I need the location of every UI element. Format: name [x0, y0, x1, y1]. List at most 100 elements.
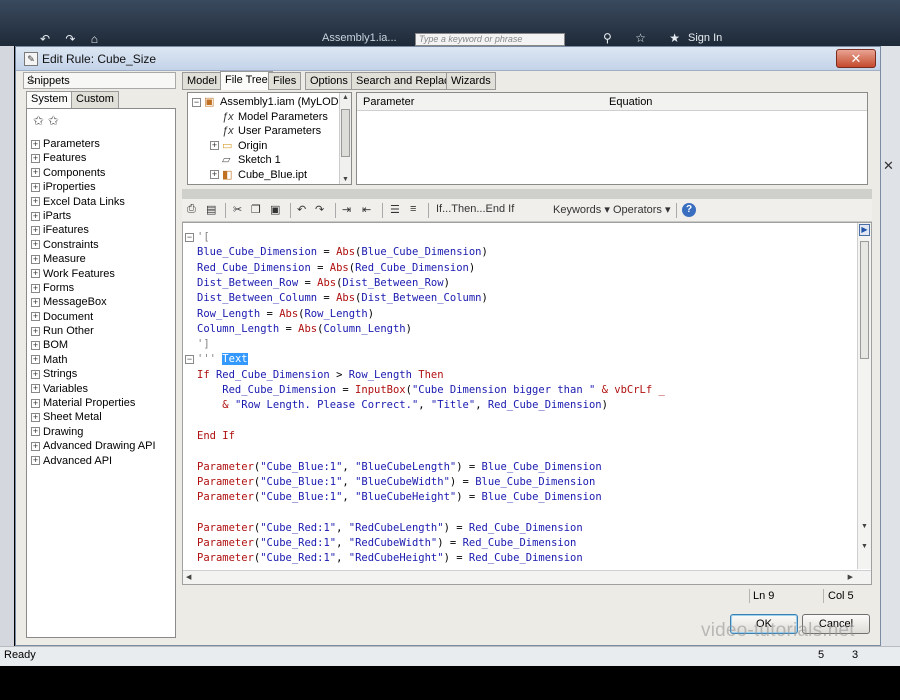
code-line[interactable]: ']: [197, 337, 210, 352]
code-line[interactable]: Parameter("Cube_Blue:1", "BlueCubeWidth"…: [197, 475, 595, 490]
code-line[interactable]: Parameter("Cube_Red:1", "RedCubeHeight")…: [197, 551, 583, 566]
star-edit-icon[interactable]: ✩: [48, 113, 63, 128]
redo-icon[interactable]: ↷: [315, 203, 324, 216]
play-arrow-icon[interactable]: ▶: [859, 224, 870, 236]
tree-item[interactable]: ƒx Model Parameters: [188, 110, 351, 125]
code-editor[interactable]: − '[Blue_Cube_Dimension = Abs(Blue_Cube_D…: [182, 222, 872, 585]
snippet-item[interactable]: + Advanced API: [31, 454, 156, 468]
code-line[interactable]: Row_Length = Abs(Row_Length): [197, 307, 374, 322]
snippet-item[interactable]: + Material Properties: [31, 396, 156, 410]
tree-scrollbar[interactable]: ▲ ▼: [339, 93, 351, 184]
tab-model[interactable]: Model: [182, 72, 222, 90]
scroll-left-icon[interactable]: ◀: [186, 573, 191, 581]
snippet-item[interactable]: + iFeatures: [31, 223, 156, 237]
keywords-dropdown[interactable]: Keywords ▾: [553, 203, 610, 216]
expand-icon[interactable]: +: [31, 240, 40, 250]
snippet-item[interactable]: + iParts: [31, 209, 156, 223]
snippet-item[interactable]: + Variables: [31, 382, 156, 396]
close-icon[interactable]: ✕: [883, 158, 894, 174]
snippet-item[interactable]: + Excel Data Links: [31, 195, 156, 209]
expand-icon[interactable]: +: [31, 197, 40, 207]
tree-item[interactable]: − ▣ Assembly1.iam (MyLOD): [188, 95, 351, 110]
dialog-titlebar[interactable]: ✎ Edit Rule: Cube_Size ✕: [16, 47, 880, 71]
expand-icon[interactable]: +: [31, 369, 40, 379]
editor-hscrollbar[interactable]: ◀ ▶: [183, 570, 871, 584]
help-icon[interactable]: ?: [682, 203, 696, 217]
expand-icon[interactable]: +: [31, 297, 40, 307]
comment-icon[interactable]: ☰: [390, 203, 400, 216]
code-line[interactable]: ''' Text: [197, 352, 248, 367]
code-line[interactable]: Red_Cube_Dimension = Abs(Red_Cube_Dimens…: [197, 261, 475, 276]
editor-scroll-thumb[interactable]: [860, 241, 869, 359]
splitter[interactable]: [182, 189, 872, 199]
code-line[interactable]: Red_Cube_Dimension = InputBox("Cube Dime…: [197, 383, 665, 398]
snippet-tool-icons[interactable]: ✩✩: [33, 113, 63, 129]
snippet-item[interactable]: + Advanced Drawing API: [31, 439, 156, 453]
expand-icon[interactable]: +: [31, 254, 40, 264]
tab-options[interactable]: Options: [305, 72, 353, 90]
snippet-item[interactable]: + Run Other: [31, 324, 156, 338]
star-add-icon[interactable]: ✩: [33, 113, 48, 128]
expand-icon[interactable]: +: [31, 355, 40, 365]
expand-icon[interactable]: +: [31, 427, 40, 437]
outdent-icon[interactable]: ⇤: [362, 203, 371, 216]
app-tool-icons[interactable]: ⚲ ☆ ★: [603, 31, 690, 45]
expand-icon[interactable]: +: [31, 441, 40, 451]
code-line[interactable]: Blue_Cube_Dimension = Abs(Blue_Cube_Dime…: [197, 245, 488, 260]
page-icon[interactable]: ▤: [206, 203, 216, 216]
operators-dropdown[interactable]: Operators ▾: [613, 203, 671, 216]
tree-item[interactable]: ▱ Sketch 1: [188, 153, 351, 168]
expand-icon[interactable]: +: [31, 326, 40, 336]
expand-icon[interactable]: +: [31, 153, 40, 163]
app-search-input[interactable]: Type a keyword or phrase: [415, 33, 565, 46]
code-line[interactable]: Column_Length = Abs(Column_Length): [197, 322, 412, 337]
expand-icon[interactable]: +: [31, 225, 40, 235]
expand-icon[interactable]: +: [31, 211, 40, 221]
fold-toggle-icon[interactable]: −: [185, 355, 194, 365]
tab-wizards[interactable]: Wizards: [446, 72, 496, 90]
paste-icon[interactable]: ▣: [270, 203, 280, 216]
signin-link[interactable]: Sign In: [688, 32, 722, 44]
tab-custom[interactable]: Custom: [71, 91, 119, 108]
scroll-down-icon[interactable]: ▼: [861, 543, 868, 550]
collapse-icon[interactable]: −: [192, 97, 201, 107]
tree-item[interactable]: + ◧ Cube_Blue.ipt: [188, 168, 351, 183]
print-icon[interactable]: ⎙: [187, 203, 196, 216]
snippet-item[interactable]: + Sheet Metal: [31, 410, 156, 424]
scroll-down-icon[interactable]: ▼: [861, 523, 868, 530]
tab-system[interactable]: System: [26, 91, 73, 109]
scroll-right-icon[interactable]: ▶: [848, 573, 853, 581]
snippet-item[interactable]: + MessageBox: [31, 295, 156, 309]
tab-file-tree[interactable]: File Tree: [220, 71, 273, 90]
if-then-button[interactable]: If...Then...End If: [436, 203, 514, 215]
code-line[interactable]: If Red_Cube_Dimension > Row_Length Then: [197, 368, 444, 383]
expand-icon[interactable]: +: [210, 141, 219, 151]
snippet-item[interactable]: + Strings: [31, 367, 156, 381]
snippet-item[interactable]: + Work Features: [31, 267, 156, 281]
code-line[interactable]: Dist_Between_Column = Abs(Dist_Between_C…: [197, 291, 488, 306]
expand-icon[interactable]: +: [31, 269, 40, 279]
expand-icon[interactable]: +: [31, 168, 40, 178]
indent-icon[interactable]: ⇥: [342, 203, 351, 216]
expand-icon[interactable]: +: [31, 312, 40, 322]
tab-files[interactable]: Files: [268, 72, 302, 90]
tab-search-replace[interactable]: Search and Replace: [351, 72, 461, 90]
cut-icon[interactable]: ✂: [233, 203, 242, 216]
code-line[interactable]: Parameter("Cube_Blue:1", "BlueCubeHeight…: [197, 490, 602, 505]
expand-icon[interactable]: +: [31, 341, 40, 351]
scroll-up-icon[interactable]: ▲: [342, 94, 349, 101]
code-line[interactable]: End If: [197, 429, 235, 444]
snippet-item[interactable]: + Math: [31, 353, 156, 367]
expand-icon[interactable]: +: [31, 456, 40, 466]
scroll-down-icon[interactable]: ▼: [342, 176, 349, 183]
snippet-item[interactable]: + Parameters: [31, 137, 156, 151]
snippet-item[interactable]: + Features: [31, 151, 156, 165]
snippet-item[interactable]: + Forms: [31, 281, 156, 295]
code-line[interactable]: & "Row Length. Please Correct.", "Title"…: [197, 398, 608, 413]
fold-toggle-icon[interactable]: −: [185, 233, 194, 242]
expand-icon[interactable]: +: [31, 139, 40, 149]
snippet-item[interactable]: + Measure: [31, 252, 156, 266]
editor-vscrollbar[interactable]: ▶ ▼ ▼: [857, 223, 871, 569]
tree-item[interactable]: + ▭ Origin: [188, 139, 351, 154]
quick-access-toolbar[interactable]: ↶ ↷ ⌂: [40, 32, 104, 46]
